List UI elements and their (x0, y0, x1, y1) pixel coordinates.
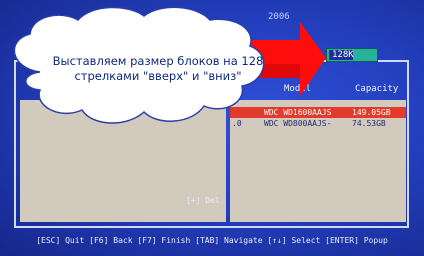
callout-line-1: Выставляем размер блоков на 128 (52, 54, 264, 68)
callout-overlay (13, 6, 326, 124)
callout-line-2: стрелками "вверх" и "вниз" (74, 69, 242, 83)
callout-text: Выставляем размер блоков на 128 стрелкам… (48, 54, 268, 84)
